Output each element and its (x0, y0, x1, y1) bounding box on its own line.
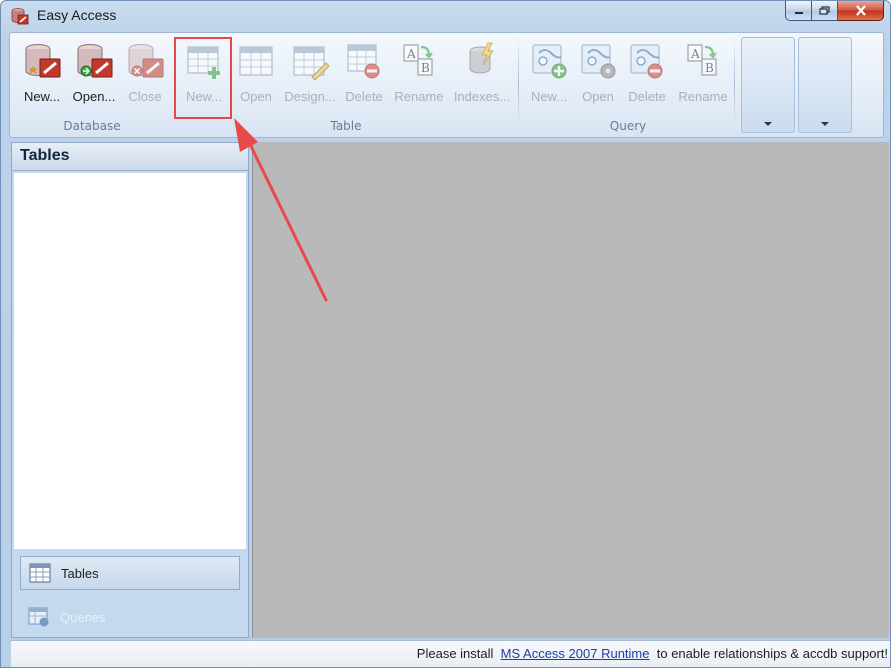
highlight-box (174, 37, 232, 119)
query-delete-button[interactable]: Delete (622, 37, 672, 109)
title-bar[interactable]: Easy Access (1, 1, 890, 31)
query-group: New... Open Delete A B Rename Query (518, 33, 738, 137)
query-rename-button[interactable]: A B Rename (672, 37, 734, 109)
database-new-button[interactable]: New... (16, 37, 68, 109)
table-indexes-button[interactable]: Indexes... (450, 37, 514, 109)
svg-text:A: A (406, 47, 416, 61)
database-close-label: Close (128, 89, 162, 104)
table-open-icon (239, 46, 273, 76)
indexes-icon (469, 42, 494, 74)
close-icon (855, 5, 866, 16)
table-delete-icon (347, 44, 380, 79)
navigation-pane: Tables Tables Queries (11, 142, 249, 638)
database-close-button[interactable]: Close (120, 37, 170, 109)
nav-tables-button[interactable]: Tables (20, 556, 240, 590)
window-title: Easy Access (37, 7, 117, 23)
minimize-button[interactable] (785, 1, 812, 21)
pane-header: Tables (12, 143, 248, 171)
table-rename-button[interactable]: A B Rename (388, 37, 450, 109)
rename-icon: A B (403, 44, 433, 76)
query-new-label: New... (530, 89, 568, 104)
table-delete-button[interactable]: Delete (340, 37, 388, 109)
ribbon-separator (734, 39, 735, 129)
workspace-area (252, 142, 889, 638)
table-delete-label: Delete (345, 89, 383, 104)
database-open-icon (77, 44, 113, 78)
chevron-down-icon (821, 122, 829, 126)
table-group-label: Table (330, 119, 362, 133)
database-open-label: Open... (72, 89, 116, 104)
query-icon (28, 607, 49, 627)
restore-button[interactable] (812, 1, 838, 21)
nav-queries-label: Queries (60, 609, 106, 625)
table-indexes-label: Indexes... (453, 89, 511, 104)
nav-queries-button[interactable]: Queries (20, 600, 240, 634)
table-icon (29, 563, 51, 583)
query-delete-label: Delete (628, 89, 666, 104)
ribbon-dropdown-button[interactable] (798, 37, 852, 133)
database-open-button[interactable]: Open... (68, 37, 120, 109)
database-group: New... Open... Close Database (10, 33, 174, 137)
query-new-button[interactable]: New... (524, 37, 574, 109)
svg-text:B: B (421, 61, 430, 75)
table-open-button[interactable]: Open (232, 37, 280, 109)
database-new-icon (25, 44, 61, 78)
app-window: Easy Access New... Open... Close Databas… (0, 0, 891, 668)
database-close-icon (128, 44, 164, 78)
pane-title: Tables (20, 147, 70, 164)
nav-tables-label: Tables (61, 565, 99, 581)
query-open-button[interactable]: Open (574, 37, 622, 109)
table-rename-label: Rename (394, 89, 444, 104)
status-suffix: to enable relationships & accdb support! (656, 646, 888, 661)
status-message: Please install MS Access 2007 Runtime to… (417, 646, 888, 661)
close-button[interactable] (838, 1, 884, 21)
table-design-label: Design... (284, 89, 336, 104)
svg-text:A: A (690, 47, 700, 61)
database-new-label: New... (23, 89, 61, 104)
query-group-label: Query (609, 119, 647, 133)
svg-text:B: B (705, 61, 714, 75)
query-open-icon (581, 44, 616, 79)
ribbon-dropdown-button[interactable] (741, 37, 795, 133)
app-icon (11, 8, 29, 25)
query-new-icon (532, 44, 567, 79)
tables-list[interactable] (14, 173, 246, 549)
table-open-label: Open (240, 89, 272, 104)
status-prefix: Please install (416, 646, 494, 661)
minimize-icon (794, 11, 803, 14)
restore-icon (818, 5, 830, 15)
status-bar: Please install MS Access 2007 Runtime to… (11, 640, 890, 667)
database-group-label: Database (63, 119, 121, 133)
table-design-button[interactable]: Design... (280, 37, 340, 109)
rename-icon: A B (687, 44, 717, 76)
runtime-download-link[interactable]: MS Access 2007 Runtime (501, 646, 650, 661)
ribbon: New... Open... Close Database New... Ope… (9, 32, 884, 138)
table-design-icon (293, 46, 330, 81)
query-open-label: Open (582, 89, 614, 104)
query-rename-label: Rename (678, 89, 728, 104)
query-delete-icon (630, 44, 663, 79)
chevron-down-icon (764, 122, 772, 126)
